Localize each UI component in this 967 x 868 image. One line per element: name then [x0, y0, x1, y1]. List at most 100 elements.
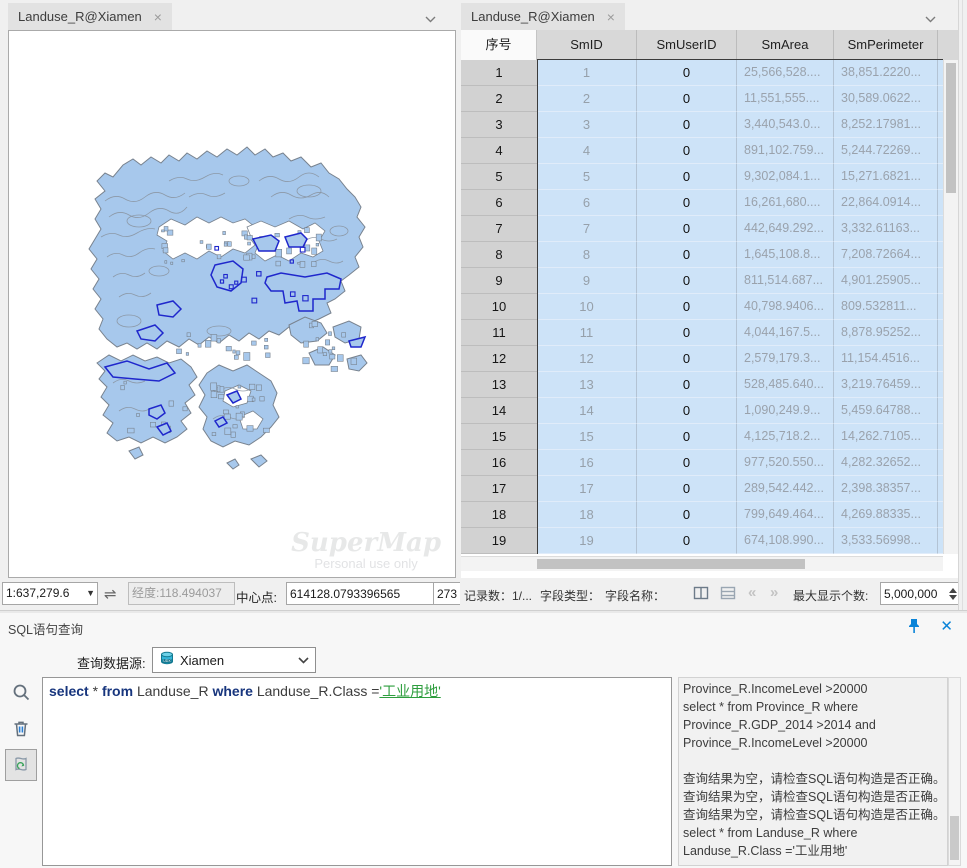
- tab-map-landuse[interactable]: Landuse_R@Xiamen ×: [8, 3, 172, 30]
- table-row[interactable]: 770442,649.292...3,332.61163...: [461, 216, 943, 242]
- max-display-spinner[interactable]: [880, 582, 961, 605]
- cell-smarea[interactable]: 4,125,718.2...: [737, 424, 834, 450]
- chevron-down-icon[interactable]: [425, 10, 436, 28]
- cell-smid[interactable]: 16: [537, 450, 637, 476]
- center-y-input[interactable]: [437, 583, 461, 604]
- cell-smperim[interactable]: 3,219.76459...: [834, 372, 938, 398]
- cell-smarea[interactable]: 891,102.759...: [737, 138, 834, 164]
- log-scrollbar[interactable]: [948, 677, 961, 866]
- column-header-smperimeter[interactable]: SmPerimeter: [834, 30, 938, 60]
- cell-smarea[interactable]: 528,485.640...: [737, 372, 834, 398]
- table-vertical-scrollbar[interactable]: [943, 60, 958, 554]
- cell-smuser[interactable]: 0: [637, 476, 737, 502]
- cell-smuser[interactable]: 0: [637, 320, 737, 346]
- cell-smuser[interactable]: 0: [637, 112, 737, 138]
- cell-smid[interactable]: 14: [537, 398, 637, 424]
- row-number[interactable]: 14: [461, 398, 537, 424]
- row-number[interactable]: 13: [461, 372, 537, 398]
- run-query-button[interactable]: [5, 677, 37, 709]
- row-number[interactable]: 2: [461, 86, 537, 112]
- cell-smperim[interactable]: 2,398.38357...: [834, 476, 938, 502]
- row-number[interactable]: 18: [461, 502, 537, 528]
- row-number[interactable]: 1: [461, 60, 537, 86]
- cell-smperim[interactable]: 30,589.0622...: [834, 86, 938, 112]
- cell-smperim[interactable]: 4,269.88335...: [834, 502, 938, 528]
- column-header-smuserid[interactable]: SmUserID: [637, 30, 737, 60]
- cell-smid[interactable]: 17: [537, 476, 637, 502]
- cell-smarea[interactable]: 16,261,680....: [737, 190, 834, 216]
- cell-smuser[interactable]: 0: [637, 398, 737, 424]
- table-row[interactable]: 18180799,649.464...4,269.88335...: [461, 502, 943, 528]
- cell-smperim[interactable]: 38,851.2220...: [834, 60, 938, 86]
- table-row[interactable]: 13130528,485.640...3,219.76459...: [461, 372, 943, 398]
- cell-smperim[interactable]: 15,271.6821...: [834, 164, 938, 190]
- cell-smuser[interactable]: 0: [637, 242, 737, 268]
- table-row[interactable]: 19190674,108.990...3,533.56998...: [461, 528, 943, 554]
- cell-smarea[interactable]: 9,302,084.1...: [737, 164, 834, 190]
- cell-smid[interactable]: 5: [537, 164, 637, 190]
- table-row[interactable]: 22011,551,555....30,589.0622...: [461, 86, 943, 112]
- column-header-smid[interactable]: SmID: [537, 30, 637, 60]
- row-number[interactable]: 15: [461, 424, 537, 450]
- cell-smid[interactable]: 8: [537, 242, 637, 268]
- cell-smuser[interactable]: 0: [637, 294, 737, 320]
- cell-smperim[interactable]: 5,244.72269...: [834, 138, 938, 164]
- row-number[interactable]: 8: [461, 242, 537, 268]
- cell-smid[interactable]: 15: [537, 424, 637, 450]
- cell-smperim[interactable]: 4,282.32652...: [834, 450, 938, 476]
- table-row[interactable]: 11025,566,528....38,851.2220...: [461, 60, 943, 86]
- table-row[interactable]: 3303,440,543.0...8,252.17981...: [461, 112, 943, 138]
- pin-icon[interactable]: [907, 618, 923, 634]
- cell-smperim[interactable]: 11,154.4516...: [834, 346, 938, 372]
- table-row[interactable]: 990811,514.687...4,901.25905...: [461, 268, 943, 294]
- datasource-select[interactable]: UDX Xiamen: [152, 647, 316, 673]
- cell-smuser[interactable]: 0: [637, 424, 737, 450]
- row-number[interactable]: 3: [461, 112, 537, 138]
- cell-smarea[interactable]: 11,551,555....: [737, 86, 834, 112]
- tab-close-icon[interactable]: ×: [607, 10, 615, 24]
- row-number[interactable]: 16: [461, 450, 537, 476]
- cell-smuser[interactable]: 0: [637, 450, 737, 476]
- cell-smid[interactable]: 2: [537, 86, 637, 112]
- cell-smarea[interactable]: 811,514.687...: [737, 268, 834, 294]
- table-row[interactable]: 440891,102.759...5,244.72269...: [461, 138, 943, 164]
- row-number[interactable]: 19: [461, 528, 537, 554]
- cell-smarea[interactable]: 977,520.550...: [737, 450, 834, 476]
- row-number[interactable]: 12: [461, 346, 537, 372]
- row-number[interactable]: 4: [461, 138, 537, 164]
- cell-smperim[interactable]: 5,459.64788...: [834, 398, 938, 424]
- cell-smarea[interactable]: 3,440,543.0...: [737, 112, 834, 138]
- center-x-input[interactable]: [290, 583, 432, 604]
- cell-smuser[interactable]: 0: [637, 138, 737, 164]
- cell-smarea[interactable]: 442,649.292...: [737, 216, 834, 242]
- scrollbar-thumb[interactable]: [537, 559, 805, 569]
- table-row[interactable]: 17170289,542.442...2,398.38357...: [461, 476, 943, 502]
- cell-smperim[interactable]: 8,878.95252...: [834, 320, 938, 346]
- cell-smarea[interactable]: 25,566,528....: [737, 60, 834, 86]
- swap-coordinates-icon[interactable]: ⇌: [104, 585, 117, 603]
- cell-smuser[interactable]: 0: [637, 502, 737, 528]
- cell-smid[interactable]: 7: [537, 216, 637, 242]
- row-number[interactable]: 7: [461, 216, 537, 242]
- table-row[interactable]: 121202,579,179.3...11,154.4516...: [461, 346, 943, 372]
- cell-smperim[interactable]: 4,901.25905...: [834, 268, 938, 294]
- cell-smarea[interactable]: 289,542.442...: [737, 476, 834, 502]
- table-row[interactable]: 8801,645,108.8...7,208.72664...: [461, 242, 943, 268]
- cell-smid[interactable]: 6: [537, 190, 637, 216]
- prev-page-button[interactable]: «: [748, 584, 756, 601]
- close-icon[interactable]: ✕: [940, 617, 953, 635]
- sql-log[interactable]: Province_R.IncomeLevel >20000 select * f…: [678, 677, 948, 866]
- row-number[interactable]: 6: [461, 190, 537, 216]
- table-row[interactable]: 1010040,798.9406...809.532811...: [461, 294, 943, 320]
- cell-smperim[interactable]: 7,208.72664...: [834, 242, 938, 268]
- map-view[interactable]: SuperMap Personal use only: [8, 30, 456, 578]
- table-row[interactable]: 141401,090,249.9...5,459.64788...: [461, 398, 943, 424]
- tab-close-icon[interactable]: ×: [154, 10, 162, 24]
- cell-smid[interactable]: 11: [537, 320, 637, 346]
- cell-smid[interactable]: 4: [537, 138, 637, 164]
- cell-smuser[interactable]: 0: [637, 190, 737, 216]
- cell-smid[interactable]: 3: [537, 112, 637, 138]
- cell-smid[interactable]: 9: [537, 268, 637, 294]
- cell-smuser[interactable]: 0: [637, 86, 737, 112]
- cell-smarea[interactable]: 674,108.990...: [737, 528, 834, 554]
